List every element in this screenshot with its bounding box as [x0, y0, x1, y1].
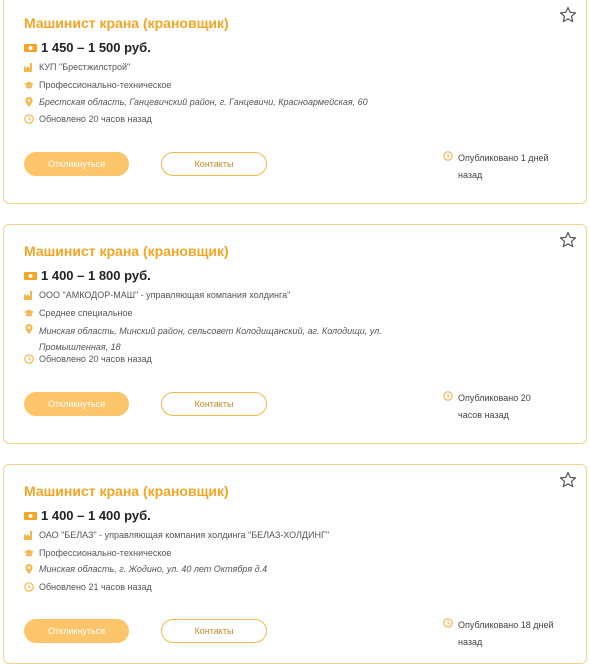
employer: ООО "АМКОДОР-МАШ" - управляющая компания…: [39, 290, 291, 300]
education: Профессионально-техническое: [39, 548, 172, 558]
published-info: Опубликовано 20 часов назад: [443, 390, 563, 424]
apply-button[interactable]: Откликнуться: [24, 152, 129, 176]
address-line-1: Минская область, Минский район, сельсове…: [39, 326, 382, 336]
factory-icon: [24, 62, 34, 72]
graduation-cap-icon: [24, 548, 34, 558]
published-line-2: часов назад: [458, 410, 509, 420]
published-line-1: Опубликовано 20: [458, 393, 531, 403]
address-line-2: Промышленная, 18: [39, 342, 121, 352]
salary-row: 1 450 – 1 500 руб.: [24, 41, 151, 54]
location-pin-icon: [24, 564, 34, 574]
published-info: Опубликовано 18 дней назад: [443, 617, 563, 651]
factory-icon: [24, 530, 34, 540]
vacancy-title[interactable]: Машинист крана (крановщик): [24, 243, 229, 259]
education-row: Среднее специальное: [24, 307, 133, 320]
location-pin-icon: [24, 97, 34, 107]
money-icon: [24, 511, 37, 521]
vacancy-card: Машинист крана (крановщик) 1 400 – 1 800…: [3, 224, 587, 444]
education-row: Профессионально-техническое: [24, 79, 171, 92]
clock-icon: [443, 391, 453, 401]
money-icon: [24, 271, 37, 281]
graduation-cap-icon: [24, 80, 34, 90]
star-icon[interactable]: [559, 471, 577, 489]
vacancy-card: Машинист крана (крановщик) 1 400 – 1 400…: [3, 464, 587, 664]
education-row: Профессионально-техническое: [24, 547, 171, 560]
salary-row: 1 400 – 1 800 руб.: [24, 269, 151, 282]
updated-row: Обновлено 21 часов назад: [24, 581, 152, 594]
published-line-2: назад: [458, 637, 483, 647]
updated-row: Обновлено 20 часов назад: [24, 353, 152, 366]
clock-icon: [24, 582, 34, 592]
contacts-button[interactable]: Контакты: [161, 619, 267, 643]
clock-icon: [443, 618, 453, 628]
salary: 1 400 – 1 800 руб.: [41, 268, 151, 283]
address-row: Брестская область, Ганцевичский район, г…: [24, 96, 368, 109]
contacts-button[interactable]: Контакты: [161, 392, 267, 416]
address-line-1: Брестская область, Ганцевичский район, г…: [39, 97, 368, 107]
employer-row: ОАО "БЕЛАЗ" - управляющая компания холди…: [24, 529, 329, 542]
address: Минская область, Минский район, сельсове…: [39, 323, 382, 355]
education: Профессионально-техническое: [39, 80, 172, 90]
employer-row: ООО "АМКОДОР-МАШ" - управляющая компания…: [24, 289, 290, 302]
location-pin-icon: [24, 324, 34, 334]
contacts-button[interactable]: Контакты: [161, 152, 267, 176]
graduation-cap-icon: [24, 308, 34, 318]
updated: Обновлено 20 часов назад: [39, 354, 152, 364]
apply-button[interactable]: Откликнуться: [24, 619, 129, 643]
star-icon[interactable]: [559, 6, 577, 24]
salary-row: 1 400 – 1 400 руб.: [24, 509, 151, 522]
employer: ОАО "БЕЛАЗ" - управляющая компания холди…: [39, 530, 330, 540]
employer: КУП "Брестжилстрой": [39, 62, 131, 72]
published-line-1: Опубликовано 18 дней: [458, 620, 554, 630]
updated: Обновлено 21 часов назад: [39, 582, 152, 592]
address-row: Минская область, г. Жодино, ул. 40 лет О…: [24, 563, 267, 576]
clock-icon: [24, 354, 34, 364]
factory-icon: [24, 290, 34, 300]
updated: Обновлено 20 часов назад: [39, 114, 152, 124]
clock-icon: [24, 114, 34, 124]
employer-row: КУП "Брестжилстрой": [24, 61, 130, 74]
address-line-1: Минская область, г. Жодино, ул. 40 лет О…: [39, 564, 268, 574]
star-icon[interactable]: [559, 231, 577, 249]
clock-icon: [443, 151, 453, 161]
published-info: Опубликовано 1 дней назад: [443, 150, 563, 184]
published-line-1: Опубликовано 1 дней: [458, 153, 549, 163]
published-line-2: назад: [458, 170, 483, 180]
address: Брестская область, Ганцевичский район, г…: [39, 96, 368, 109]
vacancy-title[interactable]: Машинист крана (крановщик): [24, 15, 229, 31]
salary: 1 400 – 1 400 руб.: [41, 508, 151, 523]
updated-row: Обновлено 20 часов назад: [24, 113, 152, 126]
vacancy-title[interactable]: Машинист крана (крановщик): [24, 483, 229, 499]
money-icon: [24, 43, 37, 53]
education: Среднее специальное: [39, 308, 133, 318]
salary: 1 450 – 1 500 руб.: [41, 40, 151, 55]
address: Минская область, г. Жодино, ул. 40 лет О…: [39, 563, 267, 576]
address-row: Минская область, Минский район, сельсове…: [24, 323, 382, 355]
apply-button[interactable]: Откликнуться: [24, 392, 129, 416]
vacancy-card: Машинист крана (крановщик) 1 450 – 1 500…: [3, 0, 587, 204]
